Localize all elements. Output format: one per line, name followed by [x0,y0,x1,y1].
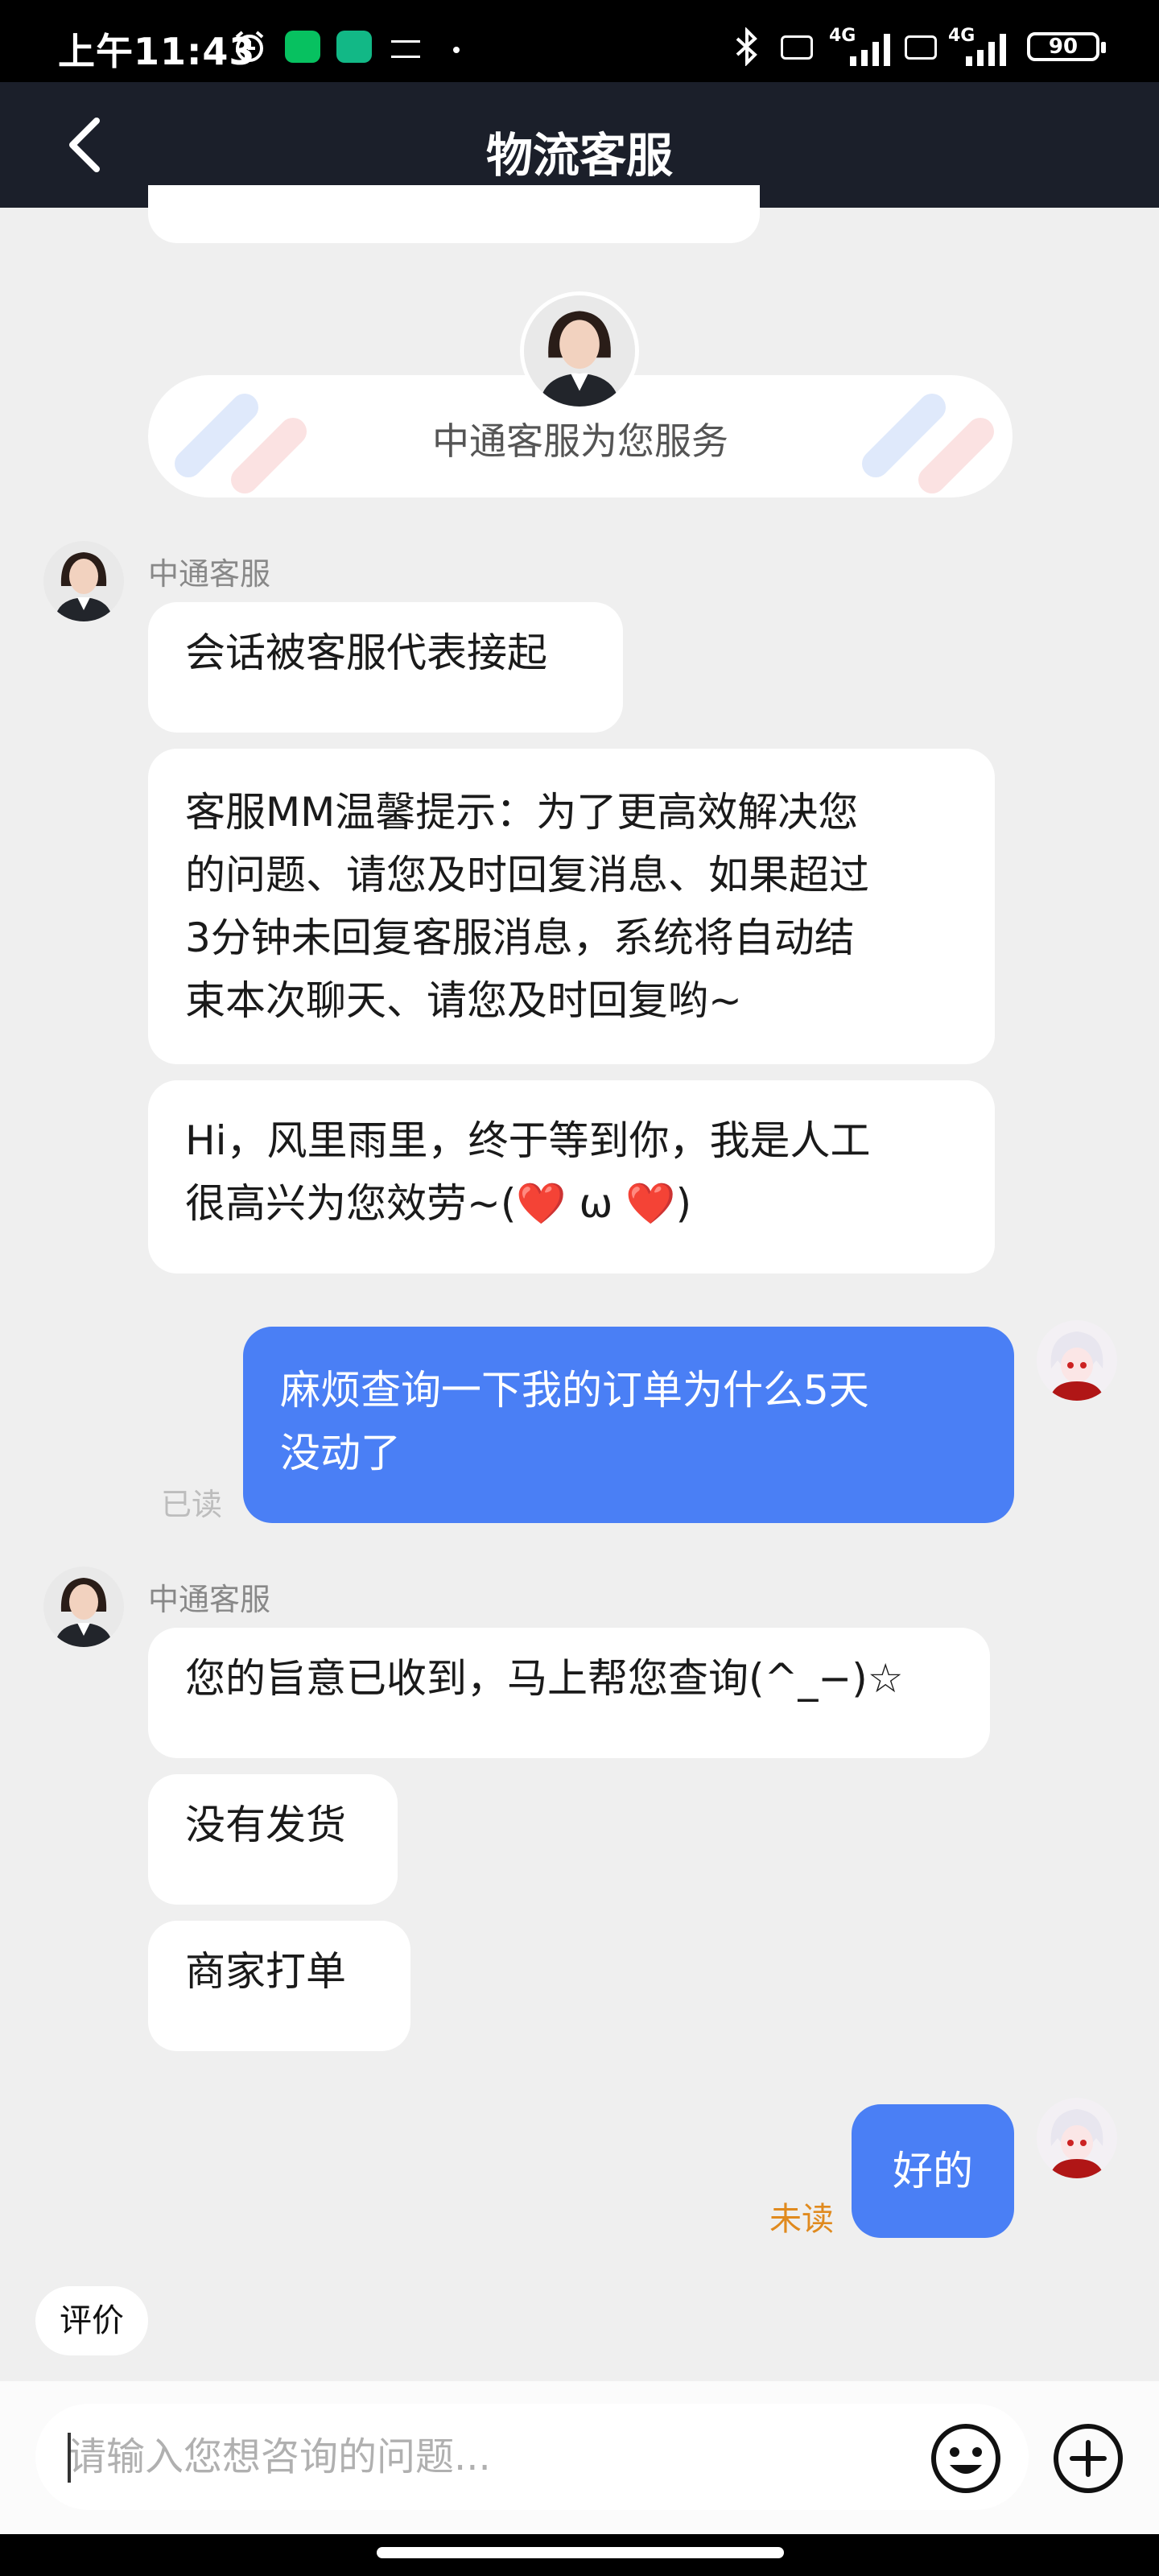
alarm-icon [232,29,267,64]
sender-name: 中通客服 [148,1582,271,1617]
message-text: 没有发货 [185,1802,346,1848]
read-status: 已读 [161,1487,223,1522]
dot-icon [453,47,460,53]
message-text-line: 3分钟未回复客服消息，系统将自动结 [185,914,855,961]
message-input[interactable]: 请输入您想咨询的问题... [35,2404,1029,2510]
agent-message: 没有发货 [148,1774,398,1905]
user-avatar [1037,2098,1117,2178]
network-type-2: 4G [948,26,975,46]
banner-text: 中通客服为您服务 [432,419,728,463]
message-text-line: 麻烦查询一下我的订单为什么5天 [280,1367,869,1414]
user-avatar [1037,1320,1117,1401]
user-message: 麻烦查询一下我的订单为什么5天 没动了 [243,1327,1014,1523]
add-icon[interactable] [1051,2421,1125,2496]
shield-app-icon [336,31,372,63]
message-text-line: Hi，风里雨里，终于等到你，我是人工 [185,1117,871,1164]
agent-avatar-banner [520,291,639,411]
message-text: 商家打单 [185,1948,346,1995]
message-text: 您的旨意已收到，马上帮您查询(^_−)☆ [185,1655,904,1702]
audio-icon [391,40,420,58]
agent-message: 会话被客服代表接起 [148,602,623,733]
user-message: 好的 [852,2104,1014,2238]
unread-status: 未读 [769,2201,834,2238]
status-time: 上午11:43 [58,30,256,73]
wechat-icon [285,31,320,63]
hd-icon [781,35,813,60]
battery-icon: 90 [1027,32,1106,61]
home-indicator[interactable] [377,2547,784,2558]
input-placeholder: 请输入您想咨询的问题... [68,2434,491,2479]
message-text-line: 没动了 [280,1430,401,1476]
agent-avatar [43,541,124,621]
input-bar: 请输入您想咨询的问题... [0,2381,1159,2534]
bluetooth-icon [731,27,763,67]
system-nav-bar [0,2534,1159,2576]
agent-message: Hi，风里雨里，终于等到你，我是人工 很高兴为您效劳~(❤️ ω ❤️) [148,1080,995,1274]
emoji-icon[interactable] [929,2421,1003,2496]
page-title: 物流客服 [485,128,673,183]
message-text: 会话被客服代表接起 [185,630,547,676]
network-type: 4G [829,26,856,46]
sender-name: 中通客服 [148,556,271,592]
agent-message: 您的旨意已收到，马上帮您查询(^_−)☆ [148,1628,990,1758]
message-text-line: 很高兴为您效劳~(❤️ ω ❤️) [185,1180,692,1227]
text-caret [68,2433,71,2483]
rate-button[interactable]: 评价 [35,2286,148,2355]
agent-message: 客服MM温馨提示：为了更高效解决您 的问题、请您及时回复消息、如果超过 3分钟未… [148,749,995,1064]
agent-avatar [43,1567,124,1647]
agent-message: 商家打单 [148,1921,410,2051]
partial-bubble [148,185,760,243]
message-text-line: 客服MM温馨提示：为了更高效解决您 [185,789,859,836]
message-text: 好的 [893,2148,973,2194]
message-text-line: 束本次聊天、请您及时回复哟~ [185,977,742,1024]
hd-icon-2 [905,35,937,60]
message-text-line: 的问题、请您及时回复消息、如果超过 [185,852,869,898]
status-bar: 上午11:43 4G 4G 90 [0,0,1159,82]
